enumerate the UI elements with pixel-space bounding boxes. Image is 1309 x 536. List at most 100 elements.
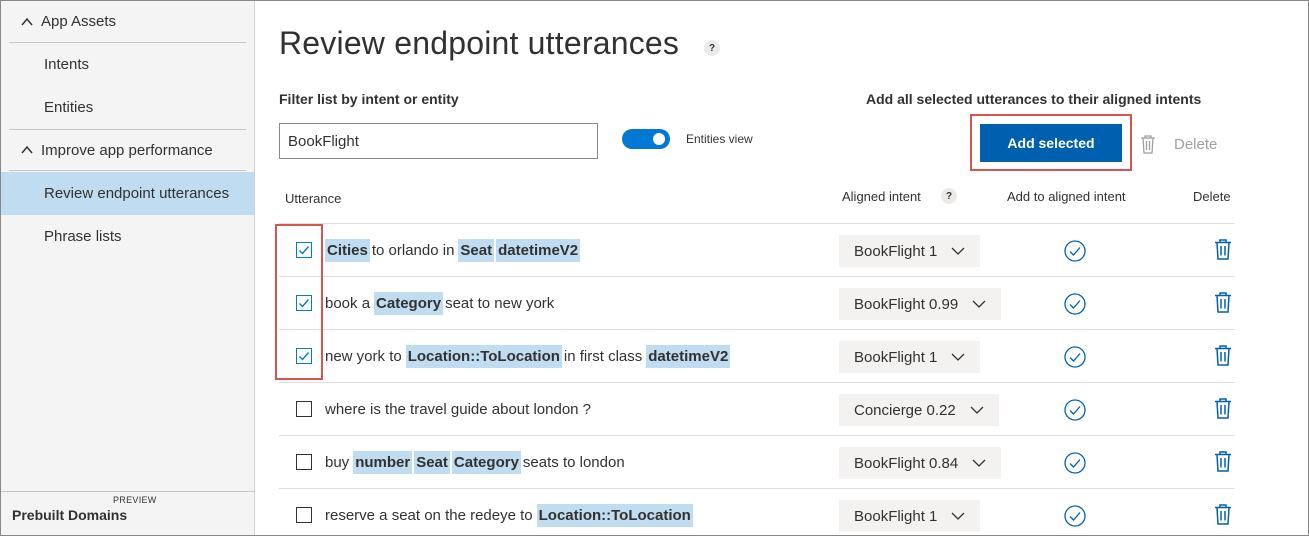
sidebar-item-entities[interactable]: Entities [1,86,254,129]
prebuilt-domains-label: Prebuilt Domains [12,507,128,523]
utterance-segment: to orlando in [371,241,455,259]
chevron-down-icon [951,353,965,361]
page-title: Review endpoint utterances [279,25,680,61]
aligned-intent-dropdown[interactable]: BookFlight 1 [839,235,981,267]
utterance-segment: reserve a seat on the redeye to [325,506,533,524]
sidebar-group-app-assets[interactable]: App Assets [9,1,246,43]
sidebar-prebuilt-domains[interactable]: PREVIEW Prebuilt Domains [1,491,254,535]
entity-label[interactable]: Location::ToLocation [405,344,562,368]
aligned-intent-value: BookFlight 0.99 [854,295,959,313]
chevron-down-icon [972,459,986,467]
aligned-intent-value: BookFlight 1 [854,348,938,366]
row-checkbox[interactable] [296,454,312,470]
utterance-text: Cities to orlando in Seat datetimeV2 [325,238,582,262]
entity-label[interactable]: Cities [325,238,370,262]
aligned-intent-help-icon[interactable]: ? [941,188,957,204]
table-row: new york to Location::ToLocation in first … [279,330,1235,383]
utterance-segment: seats to london [522,453,625,471]
filter-label: Filter list by intent or entity [279,91,459,107]
sidebar-item-review-endpoint-utterances[interactable]: Review endpoint utterances [1,172,254,215]
add-to-aligned-intent-icon[interactable] [1064,240,1086,262]
table-row: book a Category seat to new york BookFlight… [279,277,1235,330]
entity-label[interactable]: Seat [458,238,495,262]
col-header-utterance: Utterance [285,191,342,206]
table-row: reserve a seat on the redeye to Location:… [279,489,1235,535]
toggle-knob [653,133,665,145]
aligned-intent-dropdown[interactable]: BookFlight 1 [839,341,981,373]
utterance-text: where is the travel guide about london ? [325,397,595,421]
sidebar-item-label: Entities [44,99,94,116]
sidebar: App Assets Intents Entities Improve app … [1,1,255,535]
utterance-text: reserve a seat on the redeye to Location:… [325,503,695,527]
aligned-intent-dropdown[interactable]: BookFlight 0.84 [839,447,1002,479]
add-to-aligned-intent-icon[interactable] [1064,452,1086,474]
add-selected-button[interactable]: Add selected [980,124,1122,162]
chevron-down-icon [972,300,986,308]
trash-icon[interactable] [1214,291,1232,313]
entity-label[interactable]: Category [451,450,521,474]
col-header-aligned-intent: Aligned intent [842,189,921,204]
trash-icon[interactable] [1214,238,1232,260]
sidebar-group-label: App Assets [41,13,117,30]
utterance-text: new york to Location::ToLocation in first … [325,344,732,368]
aligned-intent-dropdown[interactable]: BookFlight 0.99 [839,288,1002,320]
table-row: where is the travel guide about london ?… [279,383,1235,436]
add-to-aligned-intent-icon[interactable] [1064,346,1086,368]
utterance-segment: book a [325,294,371,312]
utterance-segment: new york to [325,347,402,365]
entity-label[interactable]: number [353,450,413,474]
col-header-delete: Delete [1193,189,1231,204]
sidebar-item-phrase-lists[interactable]: Phrase lists [1,215,254,258]
aligned-intent-value: BookFlight 0.84 [854,454,959,472]
utterance-text: buy number Seat Category seats to london [325,450,629,474]
preview-badge: PREVIEW [113,495,157,505]
sidebar-group-improve[interactable]: Improve app performance [9,129,246,171]
delete-label: Delete [1174,135,1218,153]
add-to-aligned-intent-icon[interactable] [1064,293,1086,315]
annotation-highlight-checkboxes [275,224,323,380]
aligned-intent-dropdown[interactable]: BookFlight 1 [839,500,981,532]
entities-view-toggle[interactable] [622,129,670,149]
sidebar-item-label: Phrase lists [44,228,122,245]
aligned-intent-dropdown[interactable]: Concierge 0.22 [839,394,999,426]
utterance-segment: in first class [563,347,643,365]
utterance-segment: buy [325,453,350,471]
sidebar-item-intents[interactable]: Intents [1,43,254,86]
entity-label[interactable]: Category [374,291,444,315]
aligned-intent-value: Concierge 0.22 [854,401,956,419]
add-all-label: Add all selected utterances to their ali… [866,91,1202,107]
filter-input[interactable] [279,123,598,159]
trash-icon[interactable] [1214,344,1232,366]
app-frame: App Assets Intents Entities Improve app … [0,0,1309,536]
col-header-add-to-aligned-intent: Add to aligned intent [1007,189,1126,204]
trash-icon[interactable] [1214,503,1232,525]
entity-label[interactable]: Location::ToLocation [536,503,693,527]
entities-view-label: Entities view [686,132,753,146]
entity-label[interactable]: datetimeV2 [496,238,581,262]
utterance-segment: where is the travel guide about london ? [325,400,592,418]
chevron-down-icon [970,406,984,414]
entity-label[interactable]: datetimeV2 [646,344,731,368]
chevron-down-icon [951,512,965,520]
add-to-aligned-intent-icon[interactable] [1064,505,1086,527]
utterance-text: book a Category seat to new york [325,291,558,315]
chevron-up-icon [21,145,33,154]
sidebar-item-label: Review endpoint utterances [44,185,230,202]
trash-icon[interactable] [1214,397,1232,419]
utterance-segment: seat to new york [445,294,555,312]
trash-icon[interactable] [1214,450,1232,472]
aligned-intent-value: BookFlight 1 [854,507,938,525]
table-row: Cities to orlando in Seat datetimeV2 BookFli… [279,224,1235,277]
chevron-up-icon [21,17,33,25]
delete-button[interactable]: Delete [1140,134,1217,154]
table-row: buy number Seat Category seats to london Book… [279,436,1235,489]
entity-label[interactable]: Seat [414,450,450,474]
trash-icon [1141,135,1155,154]
sidebar-group-label: Improve app performance [41,141,213,159]
chevron-down-icon [951,247,965,255]
row-checkbox[interactable] [296,401,312,417]
row-checkbox[interactable] [296,507,312,523]
aligned-intent-value: BookFlight 1 [854,242,938,260]
add-to-aligned-intent-icon[interactable] [1064,399,1086,421]
help-icon[interactable]: ? [704,40,720,56]
